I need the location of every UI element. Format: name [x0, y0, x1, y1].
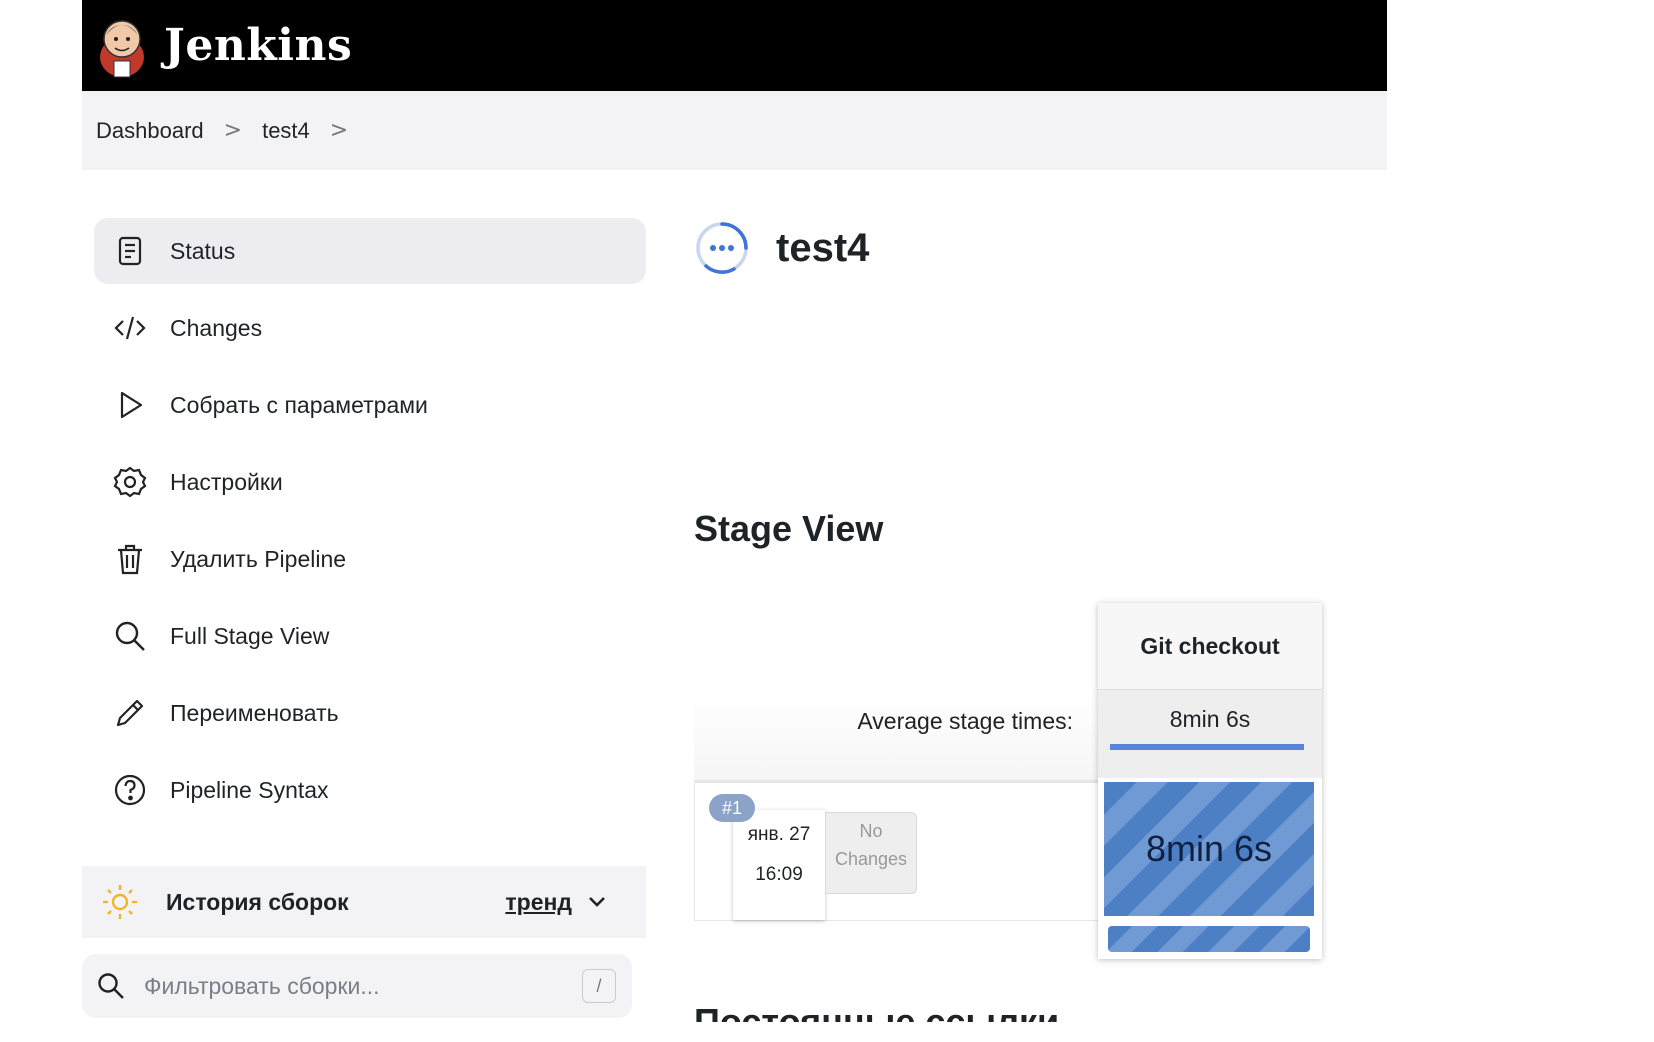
play-icon — [112, 387, 148, 423]
code-icon — [112, 310, 148, 346]
stage-average-time: 8min 6s — [1169, 706, 1251, 732]
sidebar-item-pipeline-syntax[interactable]: Pipeline Syntax — [94, 757, 646, 823]
keyboard-shortcut-hint: / — [582, 969, 616, 1003]
sidebar-item-label: Переименовать — [170, 699, 339, 726]
page-header: test4 — [694, 220, 869, 276]
permalinks-heading: Постоянные ссылки — [694, 1001, 1060, 1022]
search-icon — [112, 618, 148, 654]
sidebar-item-build-with-parameters[interactable]: Собрать с параметрами — [94, 372, 646, 438]
question-icon — [112, 772, 148, 808]
top-header: Jenkins — [82, 0, 1387, 91]
document-icon — [112, 233, 148, 269]
page-title: test4 — [776, 225, 870, 270]
filter-builds-input[interactable] — [142, 971, 582, 1001]
build-row: янв. 27 16:09 #1 No Changes — [694, 780, 1102, 921]
stage-average: 8min 6s — [1098, 689, 1322, 778]
stage-logs-bar[interactable] — [1108, 926, 1310, 952]
pencil-icon — [112, 695, 148, 731]
sun-icon — [103, 885, 137, 919]
average-stage-times-label: Average stage times: — [857, 708, 1073, 734]
breadcrumb-test4[interactable]: test4 — [248, 118, 324, 144]
stage-name: Git checkout — [1098, 603, 1322, 689]
in-progress-status-icon — [696, 222, 748, 274]
breadcrumb: Dashboard > test4 > — [82, 91, 1387, 170]
sidebar-item-label: Настройки — [170, 468, 283, 495]
sidebar-item-label: Собрать с параметрами — [170, 391, 428, 418]
stage-view-heading: Stage View — [694, 508, 884, 549]
trash-icon — [112, 541, 148, 577]
sidebar-item-label: Удалить Pipeline — [170, 545, 347, 572]
build-date[interactable]: янв. 27 16:09 — [733, 810, 825, 920]
sidebar-item-label: Pipeline Syntax — [170, 776, 329, 803]
stage-cell-build-1[interactable]: 8min 6s — [1104, 782, 1314, 916]
build-history-title: История сборок — [166, 888, 349, 915]
gear-icon — [112, 464, 148, 500]
sidebar-item-delete-pipeline[interactable]: Удалить Pipeline — [94, 526, 646, 592]
trend-link[interactable]: тренд — [505, 889, 572, 916]
brand-name[interactable]: Jenkins — [164, 20, 352, 71]
sidebar-item-label: Full Stage View — [170, 622, 330, 649]
build-filter: / — [82, 954, 632, 1018]
build-date-time: 16:09 — [755, 864, 803, 885]
jenkins-logo[interactable] — [96, 13, 148, 79]
sidebar-item-label: Changes — [170, 314, 263, 341]
sidebar-item-label: Status — [170, 237, 236, 264]
stage-average-bar — [1110, 744, 1304, 750]
sidebar-item-rename[interactable]: Переименовать — [94, 680, 646, 746]
average-times-row: Average stage times: — [694, 690, 1101, 783]
build-number-badge[interactable]: #1 — [709, 794, 755, 822]
sidebar-item-full-stage-view[interactable]: Full Stage View — [94, 603, 646, 669]
search-icon — [98, 973, 124, 999]
sidebar-item-status[interactable]: Status — [94, 218, 646, 284]
sidebar-item-changes[interactable]: Changes — [94, 295, 646, 361]
chevron-down-icon[interactable] — [584, 889, 610, 915]
build-date-day: янв. 27 — [747, 824, 811, 845]
stage-column-git-checkout: Git checkout 8min 6s 8min 6s — [1098, 603, 1322, 959]
sidebar: Status Changes Собрать с параметрами Нас… — [94, 218, 646, 834]
no-changes-label: No Changes — [825, 812, 917, 894]
breadcrumb-separator[interactable]: > — [218, 118, 248, 143]
sidebar-item-settings[interactable]: Настройки — [94, 449, 646, 515]
breadcrumb-separator[interactable]: > — [324, 118, 354, 143]
build-history-header: История сборок тренд — [82, 866, 646, 938]
breadcrumb-dashboard[interactable]: Dashboard — [82, 118, 218, 144]
